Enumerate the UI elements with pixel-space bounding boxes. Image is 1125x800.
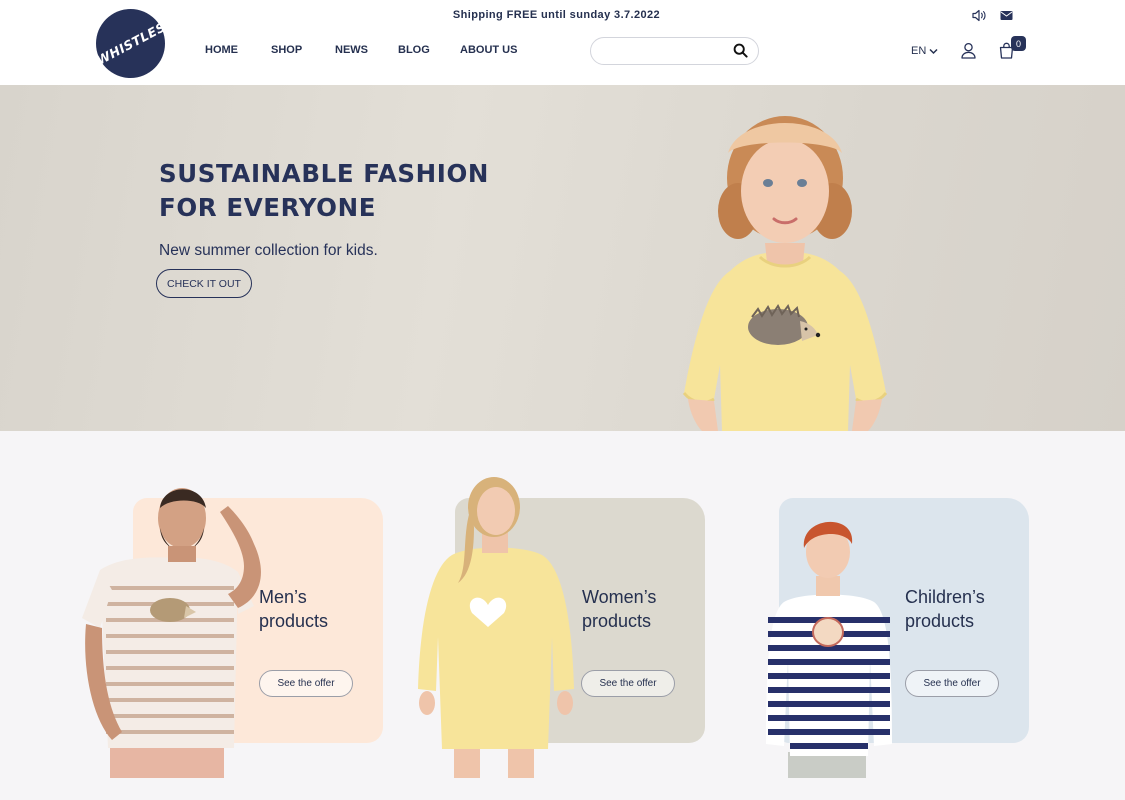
card-title-women: Women’s products	[582, 585, 712, 633]
card-title-line1: Children’s	[905, 587, 985, 607]
main-nav: HOME SHOP NEWS BLOG ABOUT US	[205, 44, 540, 56]
hero-subtitle: New summer collection for kids.	[159, 242, 378, 259]
user-icon[interactable]	[960, 42, 977, 59]
see-offer-button-women[interactable]: See the offer	[581, 670, 675, 697]
children-model-image	[766, 521, 892, 778]
hero-title: SUSTAINABLE FASHION FOR EVERYONE	[159, 157, 539, 225]
card-title-line1: Women’s	[582, 587, 657, 607]
hero-model-image	[682, 116, 888, 431]
search-input[interactable]	[603, 43, 728, 59]
nav-about-us[interactable]: ABOUT US	[460, 44, 540, 56]
see-offer-button-men[interactable]: See the offer	[259, 670, 353, 697]
logo-text: WHISTLES	[93, 19, 168, 68]
hero-banner: SUSTAINABLE FASHION FOR EVERYONE New sum…	[0, 85, 1125, 431]
nav-home[interactable]: HOME	[205, 44, 271, 56]
chevron-down-icon	[929, 48, 938, 54]
shipping-promo: Shipping FREE until sunday 3.7.2022	[452, 9, 661, 21]
page: WHISTLES Shipping FREE until sunday 3.7.…	[0, 0, 1125, 800]
search-icon[interactable]	[733, 43, 748, 58]
card-title-line2: products	[582, 611, 652, 631]
card-title-men: Men’s products	[259, 585, 389, 633]
nav-shop[interactable]: SHOP	[271, 44, 335, 56]
search-box	[590, 37, 759, 65]
see-offer-button-children[interactable]: See the offer	[905, 670, 999, 697]
mail-icon[interactable]	[1000, 10, 1013, 21]
sound-icon[interactable]	[972, 9, 987, 22]
hero-title-line2: FOR EVERYONE	[159, 193, 377, 222]
nav-news[interactable]: NEWS	[335, 44, 398, 56]
nav-blog[interactable]: BLOG	[398, 44, 460, 56]
women-model-image	[418, 477, 574, 778]
site-header: WHISTLES Shipping FREE until sunday 3.7.…	[0, 0, 1125, 85]
hero-title-line1: SUSTAINABLE FASHION	[159, 159, 489, 188]
men-model-image	[82, 488, 261, 778]
cart-count-badge: 0	[1011, 36, 1026, 51]
card-title-line2: products	[905, 611, 975, 631]
language-selector[interactable]: EN	[911, 45, 938, 57]
check-it-out-button[interactable]: CHECK IT OUT	[156, 269, 252, 298]
card-title-children: Children’s products	[905, 585, 1035, 633]
language-label: EN	[911, 45, 927, 57]
